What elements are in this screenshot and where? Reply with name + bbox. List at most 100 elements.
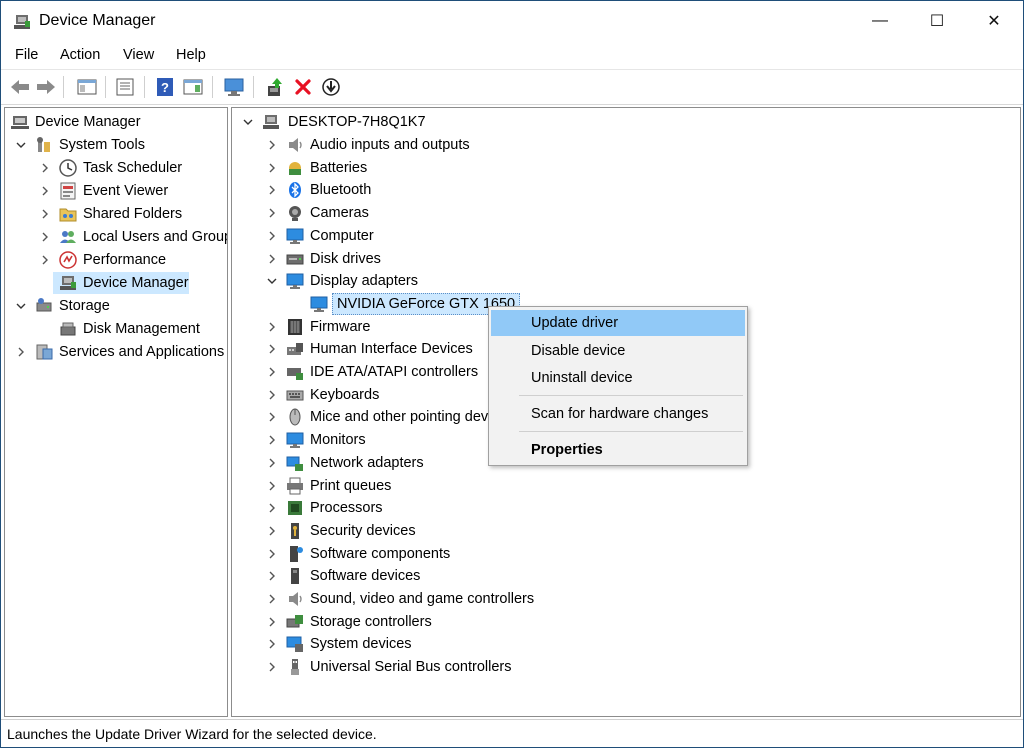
chevron-right-icon[interactable] (266, 452, 278, 474)
chevron-right-icon[interactable] (39, 249, 51, 271)
enable-device-toolbar-button[interactable] (319, 75, 343, 99)
chevron-right-icon[interactable] (39, 157, 51, 179)
chevron-right-icon[interactable] (266, 406, 278, 428)
context-update-driver[interactable]: Update driver (491, 310, 745, 336)
chevron-right-icon[interactable] (266, 248, 278, 270)
chevron-right-icon[interactable] (266, 429, 278, 451)
chevron-down-icon[interactable] (15, 134, 27, 156)
context-scan-hardware[interactable]: Scan for hardware changes (491, 401, 745, 427)
chevron-right-icon[interactable] (39, 180, 51, 202)
chevron-right-icon[interactable] (39, 203, 51, 225)
show-hide-console-tree-button[interactable] (75, 75, 99, 99)
close-button[interactable]: ✕ (965, 1, 1023, 41)
chevron-right-icon[interactable] (266, 384, 278, 406)
red-x-icon (295, 79, 311, 95)
chevron-right-icon[interactable] (15, 341, 27, 363)
network-adapter-icon (286, 456, 303, 471)
tree-node-storage[interactable]: Storage (9, 295, 219, 317)
uninstall-toolbar-button[interactable] (291, 75, 315, 99)
monitor-scan-icon (224, 78, 244, 96)
menu-file[interactable]: File (15, 47, 38, 63)
device-category-bluetooth[interactable]: Bluetooth (240, 179, 780, 201)
tree-node-device-manager[interactable]: Device Manager (53, 272, 189, 294)
help-toolbar-button[interactable]: ? (153, 75, 177, 99)
update-driver-toolbar-button[interactable] (263, 75, 287, 99)
keyboard-icon (286, 390, 304, 401)
console-tree-pane[interactable]: Device Manager System Tools Task Schedul… (4, 107, 228, 717)
menu-help[interactable]: Help (176, 47, 206, 63)
device-category-software-components[interactable]: Software components (240, 543, 780, 565)
tree-node-performance[interactable]: Performance (9, 249, 225, 271)
chevron-right-icon[interactable] (266, 225, 278, 247)
device-category-disk-drives[interactable]: Disk drives (240, 248, 780, 270)
tree-node-device-manager-root[interactable]: Device Manager (9, 111, 219, 133)
title-bar[interactable]: Device Manager — ☐ ✕ (1, 1, 1023, 41)
forward-button[interactable] (34, 75, 58, 99)
tree-node-system-tools[interactable]: System Tools (9, 134, 219, 156)
chevron-right-icon[interactable] (266, 565, 278, 587)
device-category-storage-controllers[interactable]: Storage controllers (240, 611, 780, 633)
tree-node-event-viewer[interactable]: Event Viewer (9, 180, 225, 202)
chevron-right-icon[interactable] (266, 179, 278, 201)
device-category-label: Security devices (310, 522, 416, 539)
computer-name: DESKTOP-7H8Q1K7 (288, 114, 426, 130)
tree-node-task-scheduler[interactable]: Task Scheduler (9, 157, 225, 179)
chevron-right-icon[interactable] (266, 543, 278, 565)
device-category-usb-controllers[interactable]: Universal Serial Bus controllers (240, 656, 780, 678)
chevron-right-icon[interactable] (266, 520, 278, 542)
chevron-down-icon[interactable] (266, 270, 278, 292)
chevron-right-icon[interactable] (39, 226, 51, 248)
tree-node-services-applications[interactable]: Services and Applications (9, 341, 225, 363)
chevron-right-icon[interactable] (266, 588, 278, 610)
device-category-security-devices[interactable]: Security devices (240, 520, 780, 542)
device-category-computer[interactable]: Computer (240, 225, 780, 247)
chevron-right-icon[interactable] (266, 202, 278, 224)
monitor-icon (286, 432, 304, 449)
maximize-button[interactable]: ☐ (908, 1, 966, 41)
toolbar: ? (1, 69, 1023, 105)
device-category-label: Computer (310, 227, 374, 244)
device-category-software-devices[interactable]: Software devices (240, 565, 780, 587)
device-category-batteries[interactable]: Batteries (240, 157, 780, 179)
chevron-right-icon[interactable] (266, 157, 278, 179)
chevron-right-icon[interactable] (266, 633, 278, 655)
show-action-pane-button[interactable] (181, 75, 205, 99)
chevron-right-icon[interactable] (266, 134, 278, 156)
tree-node-disk-management[interactable]: Disk Management (9, 318, 225, 340)
device-category-sound-video-game-controllers[interactable]: Sound, video and game controllers (240, 588, 780, 610)
chevron-right-icon[interactable] (266, 361, 278, 383)
device-category-audio-inputs-outputs[interactable]: Audio inputs and outputs (240, 134, 780, 156)
context-properties[interactable]: Properties (491, 437, 745, 463)
properties-toolbar-button[interactable] (113, 75, 137, 99)
device-manager-app-icon (14, 15, 30, 29)
menu-action[interactable]: Action (60, 47, 100, 63)
context-disable-device[interactable]: Disable device (491, 338, 745, 364)
tree-node-local-users-groups[interactable]: Local Users and Groups (9, 226, 227, 248)
device-category-cameras[interactable]: Cameras (240, 202, 780, 224)
chevron-down-icon[interactable] (15, 295, 27, 317)
storage-icon (36, 298, 52, 312)
device-tree-root[interactable]: DESKTOP-7H8Q1K7 (240, 111, 540, 133)
tree-label: Task Scheduler (83, 160, 183, 176)
computer-icon (263, 115, 279, 129)
chevron-down-icon[interactable] (242, 111, 254, 133)
back-button[interactable] (8, 75, 32, 99)
device-category-label: Software devices (310, 568, 421, 585)
chevron-right-icon[interactable] (266, 338, 278, 360)
device-category-label: Audio inputs and outputs (310, 137, 470, 153)
chevron-right-icon[interactable] (266, 656, 278, 678)
minimize-button[interactable]: — (851, 1, 909, 41)
scan-toolbar-button[interactable] (222, 75, 246, 99)
chevron-right-icon[interactable] (266, 316, 278, 338)
device-category-processors[interactable]: Processors (240, 497, 780, 519)
device-category-system-devices[interactable]: System devices (240, 633, 780, 655)
device-category-display-adapters[interactable]: Display adapters (240, 270, 780, 292)
bluetooth-icon (289, 182, 301, 199)
chevron-right-icon[interactable] (266, 497, 278, 519)
device-category-print-queues[interactable]: Print queues (240, 475, 780, 497)
tree-node-shared-folders[interactable]: Shared Folders (9, 203, 225, 225)
chevron-right-icon[interactable] (266, 611, 278, 633)
chevron-right-icon[interactable] (266, 475, 278, 497)
context-uninstall-device[interactable]: Uninstall device (491, 365, 745, 391)
menu-view[interactable]: View (123, 47, 154, 63)
